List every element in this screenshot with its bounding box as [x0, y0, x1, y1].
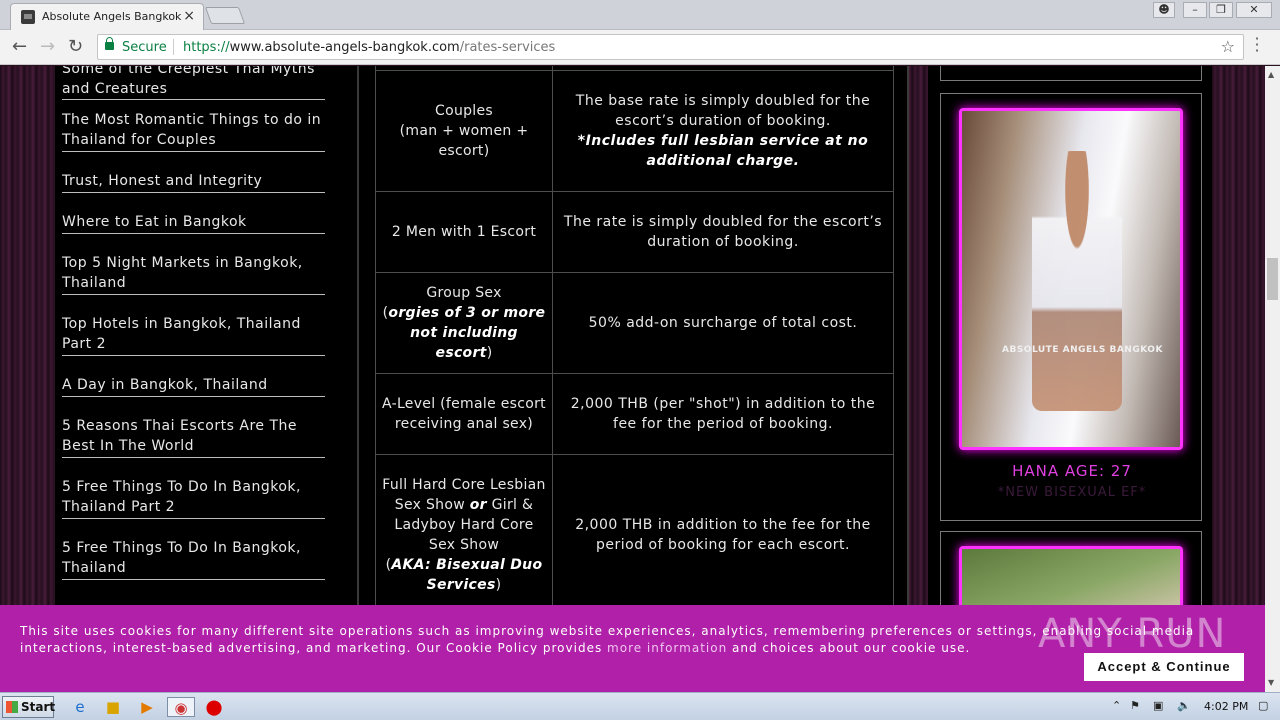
profile-photo[interactable]: ABSOLUTE ANGELS BANGKOK — [959, 108, 1183, 450]
rate-cell: The rate is simply doubled for the escor… — [553, 192, 893, 272]
table-row: Group Sex (orgies of 3 or more not includ… — [375, 273, 894, 374]
rate-description: The rate is simply doubled for the escor… — [563, 214, 883, 250]
tab-strip: Absolute Angels Bangkok - A × ☻ – ❐ ✕ — [0, 0, 1280, 30]
scrollbar[interactable] — [1265, 66, 1280, 692]
table-row: 2 Men with 1 Escort The rate is simply d… — [375, 192, 894, 273]
sidebar-link[interactable]: Top 5 Night Markets in Bangkok, Thailand — [62, 253, 325, 295]
reload-icon[interactable]: ↻ — [68, 36, 83, 57]
browser-toolbar: ← → ↻ Secure https://www.absolute-angels… — [0, 30, 1280, 65]
sidebar-link[interactable]: 5 Free Things To Do In Bangkok, Thailand — [62, 538, 325, 580]
profile-name[interactable]: HANA AGE: 27 — [941, 462, 1203, 480]
folder-icon[interactable]: ■ — [103, 697, 123, 717]
ie-icon[interactable]: e — [70, 697, 90, 717]
profile-card[interactable]: ABSOLUTE ANGELS BANGKOK HANA AGE: 27 *NE… — [940, 93, 1202, 521]
cookie-text-b: and choices about our cookie use. — [732, 641, 971, 655]
bookmark-star-icon[interactable]: ☆ — [1221, 37, 1235, 56]
tab-close-icon[interactable]: × — [183, 8, 195, 24]
service-aka: AKA: Bisexual Duo Services — [391, 556, 543, 593]
chrome-icon[interactable]: ◉ — [167, 697, 195, 717]
scroll-down-icon[interactable]: ▼ — [1268, 678, 1274, 687]
taskbar: Start e ■ ▶ ◉ ⬤ ⌃ ⚑ ▣ 🔈 4:02 PM ▢ — [0, 692, 1280, 720]
service-or: or — [469, 496, 487, 513]
rate-description: The base rate is simply doubled for the … — [575, 93, 871, 129]
rate-cell: 2,000 THB (per "shot") in addition to th… — [553, 374, 893, 454]
sidebar-link[interactable]: Where to Eat in Bangkok — [62, 212, 325, 234]
sidebar-link[interactable]: Some of the Creepiest Thai Myths and Cre… — [62, 66, 325, 100]
scrollbar-thumb[interactable] — [1267, 258, 1278, 300]
rate-note: *Includes full lesbian service at no add… — [577, 133, 869, 169]
cookie-policy-link[interactable]: more information — [607, 641, 727, 655]
sidebar-link[interactable]: 5 Reasons Thai Escorts Are The Best In T… — [62, 416, 325, 458]
model-figure — [1032, 151, 1122, 411]
clock[interactable]: 4:02 PM — [1204, 700, 1248, 713]
rate-cell: The base rate is simply doubled for the … — [553, 71, 893, 191]
media-player-icon[interactable]: ▶ — [137, 697, 157, 717]
close-window-button[interactable]: ✕ — [1236, 2, 1272, 18]
service-name: 2 Men with 1 Escort — [391, 224, 537, 240]
table-row: A-Level (female escort receiving anal se… — [375, 374, 894, 455]
service-cell: Couples (man + women + escort) — [376, 71, 553, 191]
service-name: Group Sex — [426, 285, 502, 301]
sidebar-link[interactable]: 5 Free Things To Do In Bangkok, Thailand… — [62, 477, 325, 519]
rate-description: 50% add-on surcharge of total cost. — [588, 315, 858, 331]
rate-description: 2,000 THB (per "shot") in addition to th… — [570, 396, 876, 432]
forward-icon[interactable]: → — [40, 36, 55, 57]
tab-title: Absolute Angels Bangkok - A — [42, 10, 182, 23]
url-text[interactable]: https://www.absolute-angels-bangkok.com/… — [183, 40, 555, 55]
cookie-banner: ANY RUN This site uses cookies for many … — [0, 605, 1265, 692]
profile-description: *NEW BISEXUAL EF* — [997, 485, 1147, 500]
site-favicon-icon — [21, 10, 35, 24]
start-label: Start — [21, 700, 56, 714]
main-content: Couples (man + women + escort) The base r… — [357, 66, 909, 692]
rate-description: 2,000 THB in addition to the fee for the… — [575, 516, 871, 553]
browser-tab[interactable]: Absolute Angels Bangkok - A × — [10, 3, 204, 30]
table-row: Full Hard Core Lesbian Sex Show or Girl … — [375, 455, 894, 615]
url-host: www.absolute-angels-bangkok.com — [229, 40, 460, 55]
address-bar[interactable]: Secure https://www.absolute-angels-bangk… — [97, 34, 1244, 60]
divider — [173, 39, 174, 55]
menu-dots-icon[interactable]: · · · — [1254, 31, 1260, 59]
profile-card-prev — [940, 66, 1202, 81]
profile-icon[interactable]: ☻ — [1153, 2, 1175, 18]
tray-arrow-icon[interactable]: ⌃ — [1112, 699, 1121, 712]
url-path: /rates-services — [459, 40, 556, 55]
stop-icon[interactable]: ⬤ — [204, 697, 224, 717]
flag-icon[interactable]: ⚑ — [1130, 699, 1140, 712]
secure-label: Secure — [122, 40, 167, 55]
windows-logo-icon — [6, 701, 18, 713]
url-scheme: https:// — [183, 40, 230, 55]
minimize-button[interactable]: – — [1183, 2, 1207, 18]
start-button[interactable]: Start — [2, 696, 56, 718]
sidebar-link[interactable]: The Most Romantic Things to do in Thaila… — [62, 110, 325, 152]
service-detail: (man + women + escort) — [399, 123, 529, 159]
service-cell: Group Sex (orgies of 3 or more not includ… — [376, 273, 553, 373]
accept-cookies-button[interactable]: Accept & Continue — [1084, 653, 1244, 681]
photo-watermark: ABSOLUTE ANGELS BANGKOK — [1002, 345, 1163, 355]
restore-button[interactable]: ❐ — [1209, 2, 1233, 18]
scroll-up-icon[interactable]: ▲ — [1268, 70, 1274, 79]
sidebar-link[interactable]: Top Hotels in Bangkok, Thailand Part 2 — [62, 314, 325, 356]
lock-icon — [105, 37, 114, 50]
service-cell: 2 Men with 1 Escort — [376, 192, 553, 272]
network-icon[interactable]: ▣ — [1153, 699, 1163, 712]
sidebar-link[interactable]: A Day in Bangkok, Thailand — [62, 375, 325, 397]
service-cell: A-Level (female escort receiving anal se… — [376, 374, 553, 454]
show-desktop-icon[interactable]: ▢ — [1258, 699, 1268, 712]
service-name: Couples — [435, 103, 493, 119]
sidebar-link[interactable]: Trust, Honest and Integrity — [62, 171, 325, 193]
new-tab-button[interactable] — [204, 7, 246, 24]
back-icon[interactable]: ← — [12, 36, 27, 57]
rate-cell: 50% add-on surcharge of total cost. — [553, 273, 893, 373]
volume-icon[interactable]: 🔈 — [1177, 699, 1191, 712]
page-content: Some of the Creepiest Thai Myths and Cre… — [0, 66, 1280, 692]
rate-cell: 2,000 THB in addition to the fee for the… — [553, 455, 893, 614]
service-detail: orgies of 3 or more not including escort — [388, 305, 546, 361]
table-row: Couples (man + women + escort) The base r… — [375, 70, 894, 192]
sidebar: Some of the Creepiest Thai Myths and Cre… — [55, 66, 357, 692]
service-name: A-Level (female escort receiving anal se… — [382, 396, 546, 432]
cookie-text: This site uses cookies for many differen… — [20, 623, 1200, 657]
service-cell: Full Hard Core Lesbian Sex Show or Girl … — [376, 455, 553, 614]
profiles-column: ABSOLUTE ANGELS BANGKOK HANA AGE: 27 *NE… — [928, 66, 1212, 692]
